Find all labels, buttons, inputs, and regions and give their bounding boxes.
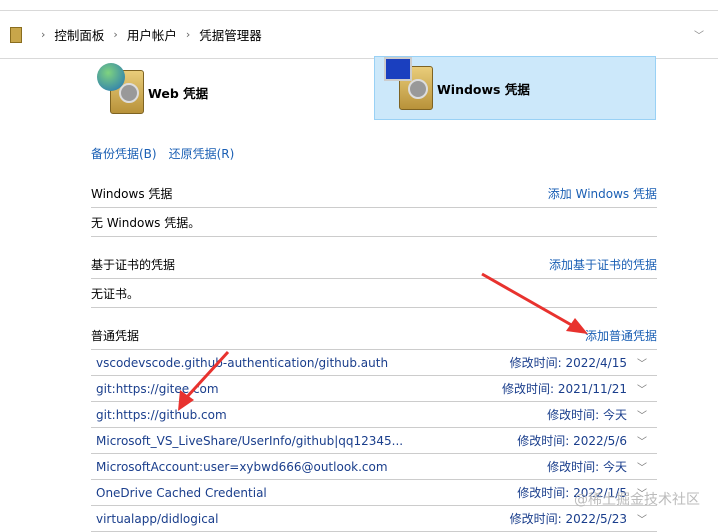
- red-arrow: [481, 272, 588, 334]
- red-arrow: [178, 350, 230, 411]
- annotation-arrows: [178, 272, 588, 411]
- watermark: @稀土掘金技术社区: [574, 492, 700, 508]
